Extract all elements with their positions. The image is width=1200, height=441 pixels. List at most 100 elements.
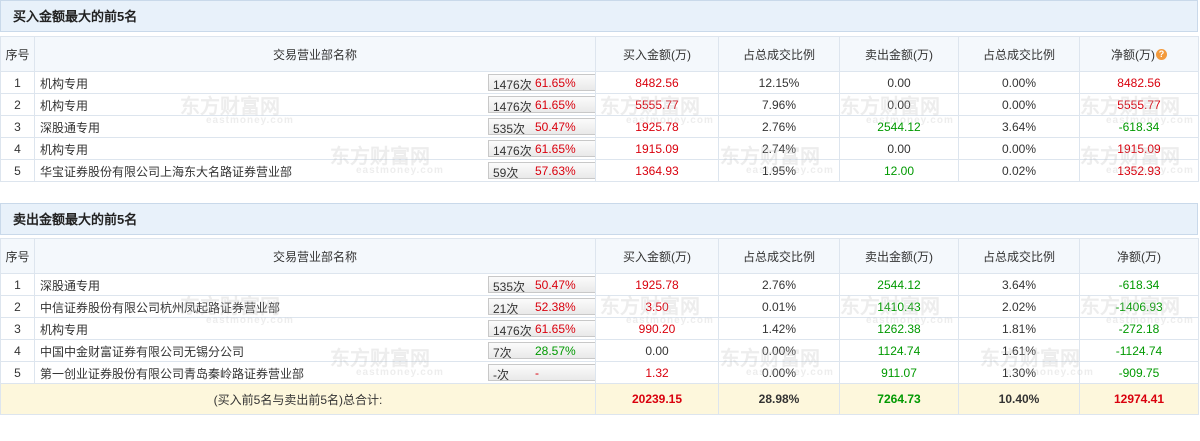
branch-name-link[interactable]: 机构专用 [40, 321, 88, 338]
branch-name-link[interactable]: 机构专用 [40, 141, 88, 158]
appearance-count: 1476次 [493, 144, 532, 158]
total-row: (买入前5名与卖出前5名)总合计: 20239.15 28.98% 7264.7… [0, 383, 1199, 415]
branch-cell: 深股通专用 535次50.47%! [34, 273, 596, 296]
net-amount: 1352.93 [1079, 159, 1199, 182]
sell-amount: 0.00 [839, 93, 959, 116]
appearance-count: 59次 [493, 166, 519, 180]
branch-stats-badge[interactable]: 59次 57.63% [488, 162, 595, 180]
net-amount: -1406.93 [1079, 295, 1199, 318]
win-rate: 61.65% [535, 98, 576, 112]
table-row: 4 中国中金财富证券有限公司无锡分公司 7次 28.57% 0.00 0.00% 1124.… [0, 339, 1199, 362]
appearance-count: 1476次 [493, 78, 532, 92]
win-rate: 50.47% [535, 120, 576, 134]
branch-stats-badge[interactable]: 1476次 61.65% [488, 140, 595, 158]
col-sell-ratio-header: 占总成交比例 [958, 36, 1080, 72]
col-buy-header: 买入金额(万) [595, 238, 719, 274]
appearance-count: 7次 [493, 346, 512, 360]
branch-stats-badge[interactable]: 535次50.47%! [488, 276, 595, 294]
branch-name-link[interactable]: 中国中金财富证券有限公司无锡分公司 [40, 343, 244, 360]
net-amount: -618.34 [1079, 115, 1199, 138]
table-row: 1深股通专用535次50.47%!1925.782.76%2544.123.64… [0, 273, 1199, 296]
col-index-header: 序号 [0, 36, 35, 72]
total-sell-ratio: 10.40% [958, 383, 1080, 415]
col-sell-header: 卖出金额(万) [839, 238, 959, 274]
sell-ratio: 1.30% [958, 361, 1080, 384]
row-index: 3 [0, 115, 35, 138]
net-amount: -909.75 [1079, 361, 1199, 384]
col-buy-ratio-header: 占总成交比例 [718, 36, 840, 72]
branch-cell: 机构专用 1476次 61.65% [34, 317, 596, 340]
sell-amount: 0.00 [839, 71, 959, 94]
win-rate: - [535, 366, 539, 380]
info-icon[interactable]: ? [1156, 48, 1167, 60]
sell-amount: 2544.12 [839, 115, 959, 138]
sell-amount: 1124.74 [839, 339, 959, 362]
buy-amount: 990.20 [595, 317, 719, 340]
col-sell-header: 卖出金额(万) [839, 36, 959, 72]
row-index: 4 [0, 339, 35, 362]
net-amount: -1124.74 [1079, 339, 1199, 362]
sell-amount: 0.00 [839, 137, 959, 160]
total-label: (买入前5名与卖出前5名)总合计: [0, 383, 596, 415]
sell-amount: 1410.43 [839, 295, 959, 318]
buy-header-row: 序号 交易营业部名称 买入金额(万) 占总成交比例 卖出金额(万) 占总成交比例… [0, 36, 1199, 72]
branch-name-link[interactable]: 机构专用 [40, 75, 88, 92]
appearance-count: 535次 [493, 122, 526, 136]
buy-table: 序号 交易营业部名称 买入金额(万) 占总成交比例 卖出金额(万) 占总成交比例… [0, 36, 1199, 182]
branch-stats-badge[interactable]: 535次 50.47% [488, 118, 595, 136]
buy-ratio: 0.01% [718, 295, 840, 318]
sell-ratio: 0.00% [958, 93, 1080, 116]
buy-ratio: 7.96% [718, 93, 840, 116]
branch-stats-badge[interactable]: 7次 28.57% [488, 342, 595, 360]
net-amount: 5555.77 [1079, 93, 1199, 116]
win-rate: 57.63% [535, 164, 576, 178]
net-amount: -618.34 [1079, 273, 1199, 296]
branch-stats-badge[interactable]: 21次 52.38% [488, 298, 595, 316]
sell-amount: 1262.38 [839, 317, 959, 340]
branch-stats-badge[interactable]: -次 - [488, 364, 595, 382]
net-header-label: 净额(万) [1111, 47, 1155, 62]
buy-amount: 1915.09 [595, 137, 719, 160]
buy-amount: 8482.56 [595, 71, 719, 94]
branch-name-link[interactable]: 第一创业证券股份有限公司青岛秦岭路证券营业部 [40, 365, 304, 382]
buy-ratio: 0.00% [718, 361, 840, 384]
row-index: 3 [0, 317, 35, 340]
total-net: 12974.41 [1079, 383, 1199, 415]
sell-ratio: 2.02% [958, 295, 1080, 318]
buy-ratio: 0.00% [718, 339, 840, 362]
sell-ratio: 0.00% [958, 137, 1080, 160]
buy-amount: 0.00 [595, 339, 719, 362]
branch-stats-badge[interactable]: 1476次 61.65% [488, 320, 595, 338]
table-row: 4 机构专用 1476次 61.65% 1915.09 2.74% 0.00 0.00% 191… [0, 137, 1199, 160]
win-rate: 61.65% [535, 322, 576, 336]
row-index: 5 [0, 159, 35, 182]
branch-name-link[interactable]: 深股通专用 [40, 277, 100, 294]
branch-stats-badge[interactable]: 1476次 61.65% [488, 96, 595, 114]
branch-name-link[interactable]: 华宝证券股份有限公司上海东大名路证券营业部 [40, 163, 292, 180]
net-amount: 8482.56 [1079, 71, 1199, 94]
total-sell: 7264.73 [839, 383, 959, 415]
branch-name-link[interactable]: 机构专用 [40, 97, 88, 114]
sell-ratio: 0.00% [958, 71, 1080, 94]
branch-name-link[interactable]: 中信证券股份有限公司杭州凤起路证券营业部 [40, 299, 280, 316]
sell-table: 序号 交易营业部名称 买入金额(万) 占总成交比例 卖出金额(万) 占总成交比例… [0, 238, 1199, 415]
net-amount: 1915.09 [1079, 137, 1199, 160]
branch-cell: 华宝证券股份有限公司上海东大名路证券营业部 59次 57.63% [34, 159, 596, 182]
row-index: 2 [0, 93, 35, 116]
row-index: 5 [0, 361, 35, 384]
appearance-count: 1476次 [493, 324, 532, 338]
win-rate: 50.47% [535, 278, 576, 292]
table-row: 2 机构专用 1476次 61.65% 5555.77 7.96% 0.00 0.00% 555… [0, 93, 1199, 116]
buy-ratio: 2.76% [718, 115, 840, 138]
branch-name-link[interactable]: 深股通专用 [40, 119, 100, 136]
col-index-header: 序号 [0, 238, 35, 274]
row-index: 1 [0, 273, 35, 296]
branch-cell: 机构专用 1476次61.65%! [34, 71, 596, 94]
sell-ratio: 1.81% [958, 317, 1080, 340]
sell-amount: 2544.12 [839, 273, 959, 296]
win-rate: 61.65% [535, 76, 576, 90]
buy-amount: 1925.78 [595, 273, 719, 296]
lhb-page: 买入金额最大的前5名 序号 交易营业部名称 买入金额(万) 占总成交比例 卖出金… [0, 0, 1200, 441]
buy-amount: 3.50 [595, 295, 719, 318]
branch-stats-badge[interactable]: 1476次61.65%! [488, 74, 595, 92]
